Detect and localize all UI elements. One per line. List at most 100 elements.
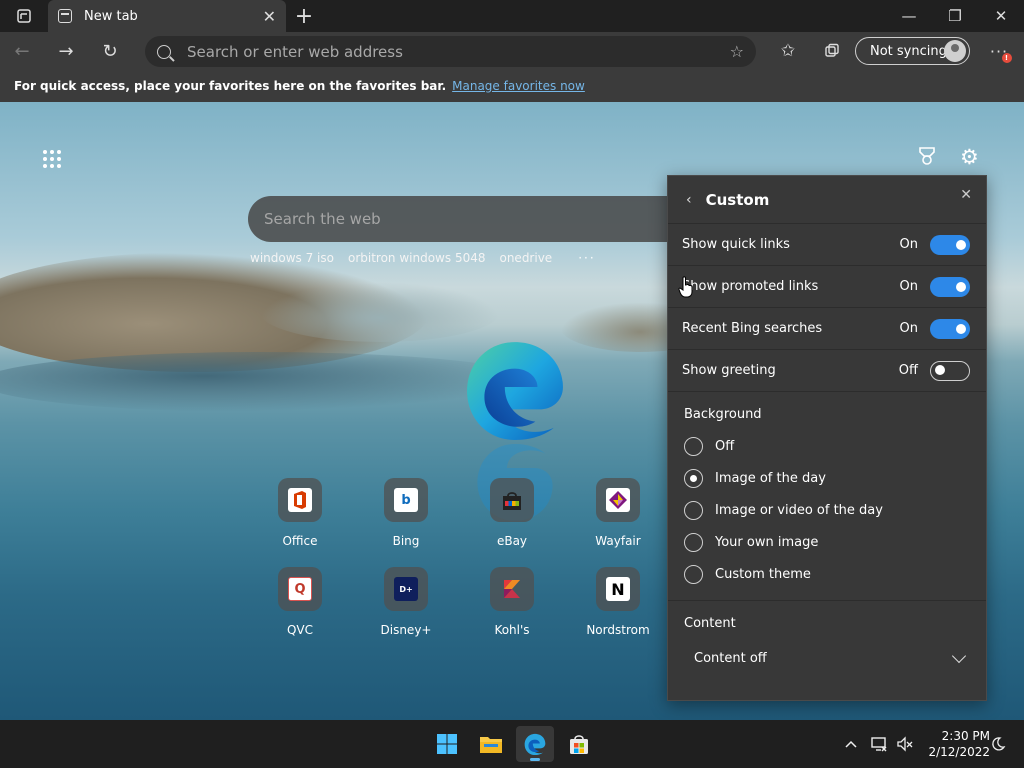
edge-logo (467, 342, 563, 440)
radio-label: Off (715, 438, 735, 454)
quick-link-tile: Q (278, 567, 322, 611)
more-searches-icon[interactable]: ··· (578, 251, 595, 265)
toggle-row-recent-searches: Recent Bing searches On (668, 308, 986, 350)
rewards-icon[interactable] (917, 146, 937, 171)
file-explorer-button[interactable] (472, 726, 510, 762)
web-search-placeholder: Search the web (264, 210, 381, 228)
ebay-icon (503, 492, 521, 510)
back-chevron-icon[interactable]: ‹ (686, 192, 692, 208)
radio-button[interactable] (684, 500, 703, 520)
background-option-own-image[interactable]: Your own image (668, 526, 986, 558)
close-window-icon[interactable]: ✕ (978, 0, 1024, 32)
favorites-bar-message: For quick access, place your favorites h… (14, 79, 447, 93)
alert-badge: ! (1002, 53, 1012, 63)
edge-taskbar-button[interactable] (516, 726, 554, 762)
app-launcher-icon[interactable] (43, 150, 61, 168)
background-option-image-or-video[interactable]: Image or video of the day (668, 494, 986, 526)
quick-link-label: QVC (286, 623, 314, 637)
collections-icon[interactable] (810, 32, 854, 70)
manage-favorites-link[interactable]: Manage favorites now (452, 79, 585, 93)
content-dropdown[interactable]: Content off (668, 648, 986, 666)
hand-cursor-icon (678, 276, 693, 298)
profile-button[interactable]: Not syncing (855, 37, 970, 65)
tab-new-tab[interactable]: New tab ✕ (48, 0, 286, 32)
address-bar[interactable]: Search or enter web address ☆ (145, 36, 756, 67)
quick-link-label: Wayfair (595, 534, 641, 548)
gear-icon[interactable]: ⚙ (960, 145, 979, 169)
background-section-title: Background (684, 407, 762, 422)
toggle-label: Show promoted links (682, 279, 819, 294)
volume-muted-icon (897, 736, 913, 752)
add-favorite-icon[interactable]: ☆ (730, 42, 744, 61)
settings-and-more-button[interactable]: ··· ! (984, 32, 1014, 70)
recent-searches-toggle[interactable] (930, 318, 970, 339)
background-option-off[interactable]: Off (668, 430, 986, 462)
radio-button[interactable] (684, 532, 703, 552)
tab-actions-button[interactable] (0, 0, 48, 32)
quick-link-wayfair[interactable]: Wayfair (578, 478, 658, 548)
toggle-label: Show greeting (682, 363, 776, 378)
recent-search-item[interactable]: windows 7 iso (250, 251, 334, 265)
radio-button[interactable] (684, 436, 703, 456)
clock-date: 2/12/2022 (928, 745, 990, 759)
quick-link-label: Nordstrom (586, 623, 650, 637)
chevron-down-icon (951, 648, 967, 663)
background-option-image-of-the-day[interactable]: Image of the day (668, 462, 986, 494)
web-search-box[interactable]: Search the web (248, 196, 688, 242)
toggle-state: Off (898, 363, 918, 378)
taskbar-clock[interactable]: 2:30 PM 2/12/2022 (920, 728, 990, 760)
wayfair-icon (606, 488, 630, 512)
radio-button[interactable] (684, 564, 703, 584)
volume-status[interactable] (896, 720, 914, 768)
chevron-up-icon (845, 740, 857, 748)
network-status[interactable] (870, 720, 888, 768)
minimize-icon[interactable]: — (886, 0, 932, 32)
quick-link-label: Kohl's (494, 623, 530, 637)
quick-link-label: eBay (496, 534, 528, 548)
favorites-icon[interactable]: ✩ (766, 32, 810, 70)
quick-link-nordstrom[interactable]: N Nordstrom (578, 567, 658, 637)
tab-title: New tab (84, 8, 138, 24)
restore-icon[interactable]: ❐ (932, 0, 978, 32)
recent-search-item[interactable]: onedrive (499, 251, 552, 265)
background-shore (0, 352, 540, 412)
store-button[interactable] (560, 726, 598, 762)
quick-link-ebay[interactable]: eBay (472, 478, 552, 548)
toolbar: ← → ↻ Search or enter web address ☆ ✩ No… (0, 32, 1024, 70)
close-panel-icon[interactable]: ✕ (960, 187, 972, 203)
quick-link-qvc[interactable]: Q QVC (260, 567, 340, 637)
promoted-links-toggle[interactable] (930, 276, 970, 297)
clock-time: 2:30 PM (941, 729, 990, 743)
radio-button-selected[interactable] (684, 468, 703, 488)
profile-label: Not syncing (870, 43, 947, 59)
tab-close-icon[interactable]: ✕ (263, 7, 276, 26)
show-hidden-icons-button[interactable] (844, 720, 858, 768)
quick-link-office[interactable]: Office (260, 478, 340, 548)
favorites-bar: For quick access, place your favorites h… (0, 70, 1024, 102)
quick-link-disney[interactable]: D+ Disney+ (366, 567, 446, 637)
start-button[interactable] (428, 726, 466, 762)
quick-links-toggle[interactable] (930, 234, 970, 255)
quick-link-tile: D+ (384, 567, 428, 611)
forward-button[interactable]: → (44, 32, 88, 70)
toggle-state: On (899, 321, 918, 336)
new-tab-button[interactable]: + (286, 0, 322, 32)
office-icon (288, 488, 312, 512)
refresh-button[interactable]: ↻ (88, 32, 132, 70)
quick-link-label: Office (282, 534, 318, 548)
tab-actions-icon (17, 9, 31, 23)
toolbar-icons: ✩ (766, 32, 854, 70)
background-option-custom-theme[interactable]: Custom theme (668, 558, 986, 590)
window-controls: — ❐ ✕ (886, 0, 1024, 32)
quick-link-label: Disney+ (380, 623, 432, 637)
quick-link-bing[interactable]: b Bing (366, 478, 446, 548)
greeting-toggle[interactable] (930, 360, 970, 381)
search-icon (157, 44, 171, 59)
recent-search-item[interactable]: orbitron windows 5048 (348, 251, 486, 265)
toggle-state: On (899, 279, 918, 294)
quick-link-tile (596, 478, 640, 522)
back-button[interactable]: ← (0, 32, 44, 70)
focus-assist-button[interactable] (990, 720, 1006, 768)
content-section-title: Content (684, 616, 736, 631)
quick-link-kohls[interactable]: Kohl's (472, 567, 552, 637)
